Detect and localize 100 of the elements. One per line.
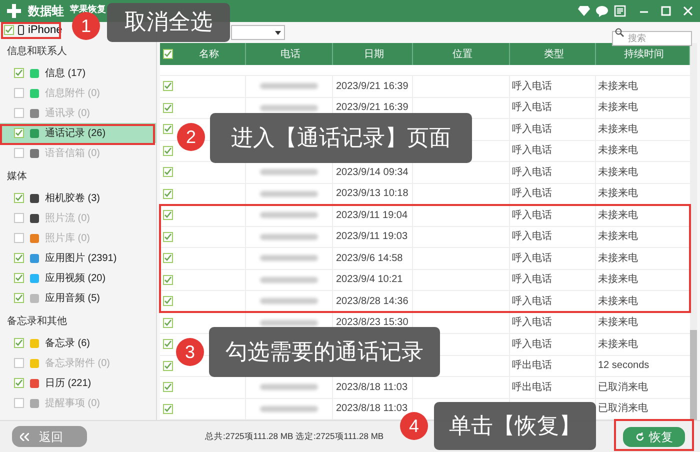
maximize-icon[interactable] [660,5,672,17]
search-field[interactable]: 搜索 [612,30,692,46]
sidebar-item[interactable]: 照片库 (0) [0,228,156,248]
sidebar-item[interactable]: 应用音频 (5) [0,288,156,308]
category-icon [30,254,39,262]
duration-cell-text: 未接来电 [598,122,638,137]
group-title: 备忘录和其他 [6,314,68,329]
checkbox[interactable] [163,296,173,306]
restore-button[interactable]: 恢复 [623,426,685,446]
checkbox[interactable] [163,210,173,220]
checkbox[interactable] [14,213,24,223]
type-cell-text: 呼入电话 [512,272,552,288]
sidebar-item[interactable]: 相机胶卷 (3) [0,188,156,208]
diamond-icon[interactable] [578,6,590,16]
blurred-phone-number [260,169,318,176]
sidebar-item[interactable]: 语音信箱 (0) [0,143,156,163]
item-label: 备忘录附件 (0) [45,356,110,370]
type-cell-text: 呼入电话 [512,186,552,202]
checkbox[interactable] [14,128,24,138]
sidebar-item[interactable]: 提醒事项 (0) [0,393,156,413]
checkbox[interactable] [14,253,24,263]
type-cell-text: 呼入电话 [512,252,552,266]
checkbox[interactable] [14,68,24,78]
category-dropdown[interactable] [231,25,285,40]
duration-cell-text: 已取消来电 [598,402,648,416]
sidebar-item[interactable]: 信息附件 (0) [0,83,156,103]
type-cell-text: 呼出电话 [512,358,552,374]
checkbox[interactable] [14,193,24,203]
checkbox[interactable] [14,273,24,283]
checkbox[interactable] [14,358,24,368]
checkbox[interactable] [163,146,173,156]
checkbox[interactable] [163,404,173,414]
column-header[interactable]: 位置 [416,46,509,62]
category-icon [30,338,39,348]
blurred-phone-number [260,190,318,197]
checkbox[interactable] [163,167,173,178]
checkbox[interactable] [163,188,173,199]
scrollbar[interactable] [690,43,697,420]
type-cell-text: 呼入电话 [512,80,552,94]
checkbox[interactable] [163,274,173,285]
blurred-phone-number [260,83,318,90]
checkbox[interactable] [163,81,173,92]
checkbox[interactable] [163,382,173,392]
list-icon[interactable] [614,5,626,17]
blurred-phone-number [260,384,318,390]
checkbox[interactable] [163,49,173,59]
date-cell-text: 2023/9/11 19:03 [336,230,408,244]
column-header[interactable]: 名称 [173,46,245,62]
checkbox[interactable] [163,318,173,328]
column-header[interactable]: 电话 [249,46,332,62]
sidebar-item[interactable]: 备忘录附件 (0) [0,353,156,373]
checkbox[interactable] [4,25,14,35]
item-label: 提醒事项 (0) [45,396,100,410]
checkbox[interactable] [14,108,24,118]
plus-logo-icon [6,3,22,19]
column-header[interactable]: 持续时间 [599,46,689,62]
checkbox[interactable] [14,88,24,98]
category-icon [30,214,39,222]
checkbox[interactable] [163,232,173,242]
checkbox[interactable] [163,124,173,134]
checkbox[interactable] [163,253,173,264]
group-title: 信息和联系人 [6,44,68,59]
blurred-phone-number [260,298,318,304]
checkbox[interactable] [14,148,24,158]
back-button[interactable]: 返回 [12,426,87,447]
checkbox[interactable] [14,378,24,388]
checkbox[interactable] [14,398,24,408]
date-cell-text: 2023/9/13 10:18 [336,187,408,202]
checkbox[interactable] [163,360,173,371]
step-tooltip: 单击【恢复】 [434,402,596,450]
item-label: 语音信箱 (0) [45,146,100,160]
step-tooltip: 勾选需要的通话记录 [209,327,440,377]
app-logo: 数据蛙 [28,3,64,20]
column-header[interactable]: 日期 [336,46,412,62]
sidebar-item[interactable]: 通讯录 (0) [0,103,156,123]
checkbox[interactable] [163,102,173,113]
sidebar-item[interactable]: 照片流 (0) [0,208,156,228]
duration-cell-text: 未接来电 [598,338,638,352]
sidebar-item[interactable]: 应用视频 (20) [0,268,156,288]
category-icon [30,148,39,158]
duration-cell-text: 未接来电 [598,230,638,244]
sidebar-item[interactable]: 应用图片 (2391) [0,248,156,268]
sidebar-item[interactable]: 备忘录 (6) [0,333,156,353]
blurred-phone-number [260,255,318,262]
category-icon [30,358,39,368]
blurred-phone-number [260,212,318,218]
blurred-phone-number [260,320,318,326]
checkbox[interactable] [163,339,173,350]
category-icon [30,128,39,138]
category-icon [30,194,39,202]
chat-icon[interactable] [596,6,608,16]
sidebar-item[interactable]: 日历 (221) [0,373,156,393]
item-label: 照片流 (0) [45,212,90,226]
checkbox[interactable] [14,338,24,348]
column-header[interactable]: 类型 [513,46,595,62]
close-icon[interactable] [682,5,694,17]
sidebar-item[interactable]: 信息 (17) [0,63,156,83]
checkbox[interactable] [14,233,24,243]
blurred-phone-number [260,104,318,111]
checkbox[interactable] [14,293,24,303]
